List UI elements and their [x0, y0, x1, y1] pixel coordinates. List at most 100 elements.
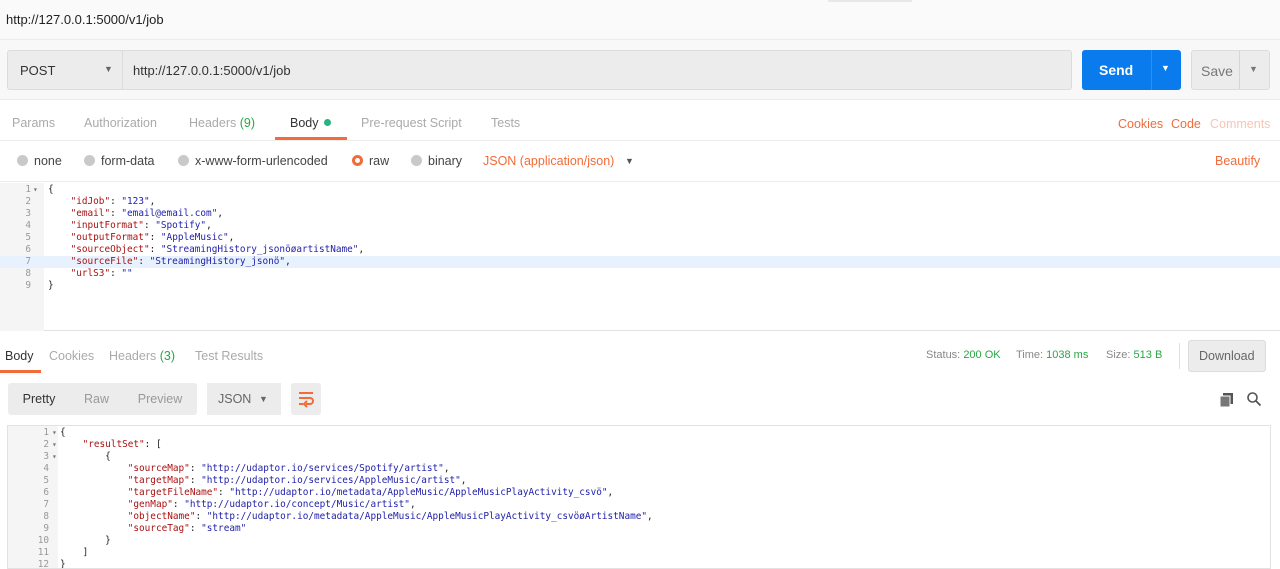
radio-none[interactable]: none [17, 154, 62, 168]
title-divider [828, 0, 912, 2]
fold-chevron-icon[interactable]: ▾ [52, 427, 57, 439]
copy-icon[interactable] [1219, 391, 1235, 411]
radio-form-data-label: form-data [101, 154, 155, 168]
url-input[interactable]: http://127.0.0.1:5000/v1/job [123, 50, 1072, 90]
active-tab-underline [275, 137, 347, 140]
code-link[interactable]: Code [1171, 117, 1201, 131]
line-number: 2 [25, 196, 31, 207]
line-number: 7 [25, 256, 31, 267]
code-text: "sourceMap": "http://udaptor.io/services… [127, 463, 450, 474]
request-body-editor[interactable]: 1 ▾{2 "idJob": "123", 3 "email": "email@em… [0, 183, 1280, 331]
comments-link[interactable]: Comments [1210, 117, 1270, 131]
code-text: "sourceTag": "stream" [127, 523, 247, 534]
radio-none-label: none [34, 154, 62, 168]
tab-headers-label: Headers [189, 116, 237, 130]
line-number: 11 [37, 547, 49, 558]
tab-authorization[interactable]: Authorization [84, 116, 157, 130]
response-tab-headers[interactable]: Headers (3) [109, 349, 175, 363]
code-text: { [60, 451, 111, 462]
response-time: Time: 1038 ms [1016, 349, 1088, 361]
response-status: Status: 200 OK [926, 349, 1001, 361]
request-code-line: 8 "urlS3": "" [0, 268, 1280, 280]
content-type-select[interactable]: JSON (application/json) [483, 154, 614, 168]
request-code-line: 3 "email": "email@email.com", [0, 208, 1280, 220]
tab-prerequest-script[interactable]: Pre-request Script [361, 116, 462, 130]
view-preview-button[interactable]: Preview [123, 383, 197, 415]
code-text: "outputFormat": "AppleMusic", [70, 232, 235, 243]
code-text: { [48, 184, 54, 195]
wrap-lines-icon [299, 392, 314, 408]
body-type-options: none form-data x-www-form-urlencoded raw… [0, 142, 1280, 182]
radio-form-data[interactable]: form-data [84, 154, 155, 168]
request-code-line: 1 ▾ { [0, 184, 1280, 196]
request-code-line: 9} [0, 280, 1280, 292]
response-code-line: 3 ▾ { [8, 451, 1270, 463]
save-button[interactable]: Save ▼ [1191, 50, 1270, 90]
view-pretty-button[interactable]: Pretty [8, 383, 70, 415]
chevron-down-icon: ▼ [259, 394, 268, 404]
chevron-down-icon[interactable]: ▼ [625, 156, 634, 166]
request-title-bar: http://127.0.0.1:5000/v1/job [0, 0, 1280, 40]
tab-headers-count: (9) [239, 116, 256, 130]
save-options-chevron-icon[interactable]: ▼ [1249, 64, 1258, 74]
beautify-link[interactable]: Beautify [1215, 154, 1260, 168]
tab-body[interactable]: Body [290, 116, 331, 130]
fold-chevron-icon[interactable]: ▾ [33, 184, 38, 196]
fold-chevron-icon[interactable]: ▾ [52, 439, 57, 451]
radio-raw-label: raw [369, 154, 390, 168]
response-tab-cookies[interactable]: Cookies [49, 349, 94, 363]
cookies-link[interactable]: Cookies [1118, 117, 1163, 131]
response-code-line: 10 } [8, 535, 1270, 547]
view-raw-button[interactable]: Raw [70, 383, 123, 415]
line-number: 12 [37, 559, 49, 569]
tab-headers[interactable]: Headers (9) [189, 116, 255, 130]
save-divider [1239, 51, 1240, 89]
line-number: 10 [37, 535, 49, 546]
line-number: 5 [43, 475, 49, 486]
response-format-select[interactable]: JSON ▼ [207, 383, 281, 415]
download-button[interactable]: Download [1188, 340, 1266, 372]
request-code-line: 5 "outputFormat": "AppleMusic", [0, 232, 1280, 244]
line-number: 8 [43, 511, 49, 522]
line-number: 1 [25, 184, 31, 195]
response-tab-test-results[interactable]: Test Results [195, 349, 263, 363]
response-tab-body[interactable]: Body [5, 349, 34, 363]
response-tab-headers-label: Headers [109, 349, 157, 363]
time-label: Time: [1016, 349, 1044, 361]
method-select[interactable]: POST ▼ [7, 50, 123, 90]
response-code-line: 8 "objectName": "http://udaptor.io/metad… [8, 511, 1270, 523]
code-text: "sourceObject": "StreamingHistory_jsonöø… [70, 244, 365, 255]
response-tab-headers-count: (3) [159, 349, 176, 363]
radio-raw-selected-icon [352, 155, 363, 166]
status-divider [1179, 343, 1180, 369]
code-text: "targetFileName": "http://udaptor.io/met… [127, 487, 614, 498]
radio-urlencoded[interactable]: x-www-form-urlencoded [178, 154, 328, 168]
radio-form-data-icon [84, 155, 95, 166]
radio-binary-icon [411, 155, 422, 166]
radio-urlencoded-label: x-www-form-urlencoded [195, 154, 328, 168]
response-code-line: 6 "targetFileName": "http://udaptor.io/m… [8, 487, 1270, 499]
response-code-line: 9 "sourceTag": "stream" [8, 523, 1270, 535]
send-label: Send [1099, 62, 1134, 78]
send-options-chevron-icon[interactable]: ▼ [1161, 63, 1170, 73]
response-body-viewer[interactable]: 1 ▾{2 ▾ "resultSet": [3 ▾ {4 "sourceMap": "… [7, 425, 1271, 569]
send-button[interactable]: Send ▼ [1082, 50, 1181, 90]
code-text: "sourceFile": "StreamingHistory_jsonö", [70, 256, 291, 267]
wrap-lines-button[interactable] [291, 383, 321, 415]
send-divider [1151, 50, 1152, 90]
line-number: 9 [43, 523, 49, 534]
search-icon[interactable] [1246, 391, 1262, 411]
response-code-line: 2 ▾ "resultSet": [ [8, 439, 1270, 451]
tab-params[interactable]: Params [12, 116, 55, 130]
radio-binary[interactable]: binary [411, 154, 462, 168]
line-number: 4 [25, 220, 31, 231]
response-code-line: 7 "genMap": "http://udaptor.io/concept/M… [8, 499, 1270, 511]
code-text: "genMap": "http://udaptor.io/concept/Mus… [127, 499, 416, 510]
radio-raw[interactable]: raw [352, 154, 389, 168]
line-number: 3 [43, 451, 49, 462]
fold-chevron-icon[interactable]: ▾ [52, 451, 57, 463]
line-number: 8 [25, 268, 31, 279]
tab-tests[interactable]: Tests [491, 116, 520, 130]
code-text: "targetMap": "http://udaptor.io/services… [127, 475, 467, 486]
response-code-line: 1 ▾{ [8, 427, 1270, 439]
